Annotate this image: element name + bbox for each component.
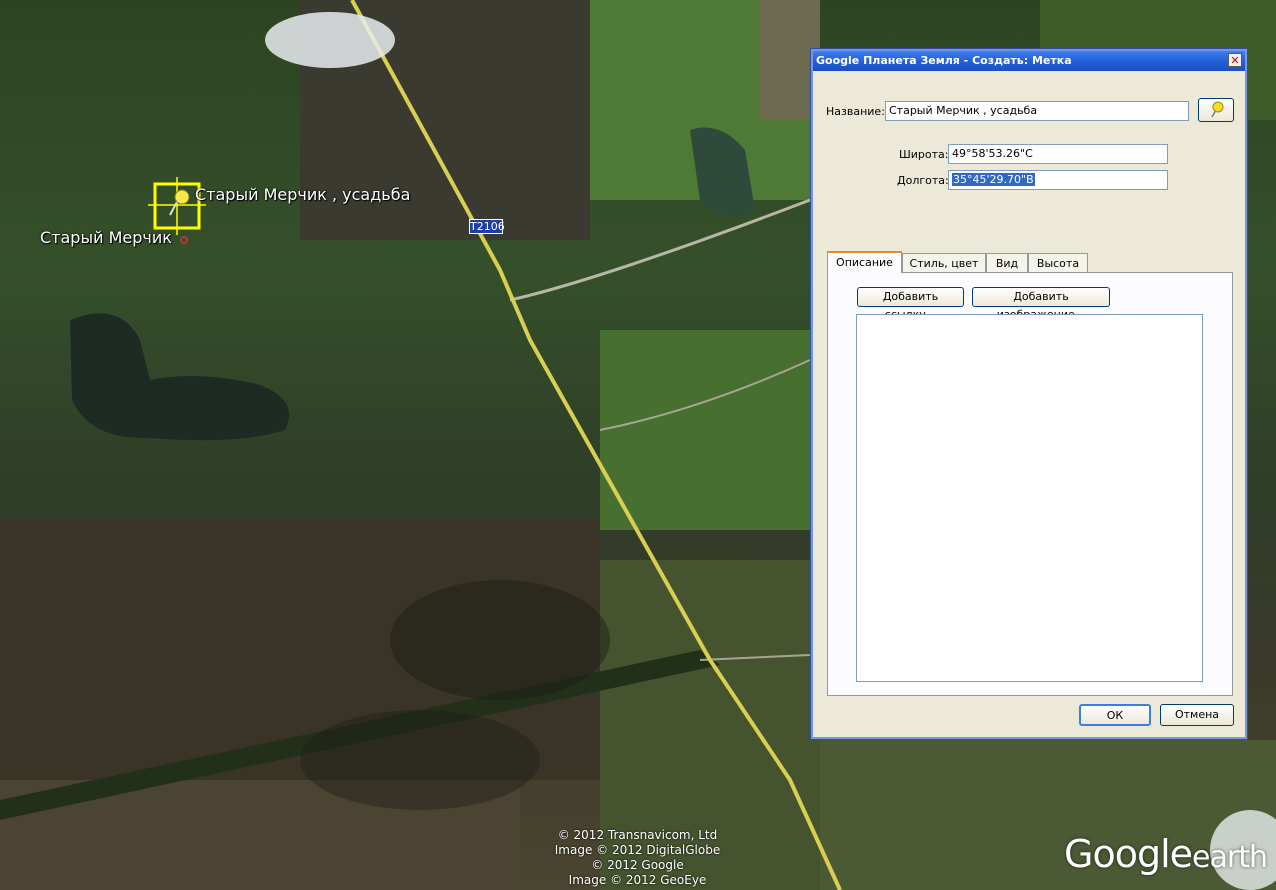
google-earth-logo: Googleearth (1064, 832, 1268, 876)
tab-view[interactable]: Вид (986, 253, 1028, 273)
village-marker-icon[interactable] (180, 236, 188, 244)
tab-altitude[interactable]: Высота (1028, 253, 1088, 273)
dialog-title: Google Планета Земля - Создать: Метка (816, 54, 1072, 67)
add-image-button[interactable]: Добавить изображение... (972, 287, 1110, 321)
name-label: Название: (826, 105, 885, 118)
close-button[interactable]: ✕ (1228, 53, 1242, 67)
longitude-label: Долгота: (897, 174, 949, 187)
attribution-line: © 2012 Transnavicom, Ltd (557, 828, 718, 842)
dialog-titlebar[interactable]: Google Планета Земля - Создать: Метка ✕ (813, 51, 1245, 71)
description-textarea[interactable] (856, 314, 1203, 682)
pushpin-icon[interactable] (169, 189, 190, 216)
new-placemark-dialog: Google Планета Земля - Создать: Метка ✕ … (811, 49, 1247, 739)
placemark-icon-button[interactable] (1198, 98, 1234, 122)
longitude-input[interactable]: 35°45'29.70"В (948, 170, 1168, 190)
add-link-button[interactable]: Добавить ссылку... (857, 287, 964, 321)
logo-main: Google (1064, 832, 1193, 876)
attribution-line: Image © 2012 GeoEye (568, 873, 707, 887)
map-attribution: © 2012 Transnavicom, Ltd Image © 2012 Di… (520, 828, 755, 888)
longitude-selection: 35°45'29.70"В (952, 173, 1035, 186)
description-panel: Добавить ссылку... Добавить изображение.… (827, 272, 1233, 696)
latitude-label: Широта: (899, 148, 949, 161)
tab-style-color[interactable]: Стиль, цвет (902, 253, 986, 273)
latitude-input[interactable]: 49°58'53.26"С (948, 144, 1168, 164)
tab-description[interactable]: Описание (827, 251, 902, 273)
name-input[interactable]: Старый Мерчик , усадьба (885, 101, 1189, 121)
attribution-line: © 2012 Google (591, 858, 684, 872)
ok-button[interactable]: ОК (1079, 704, 1151, 726)
logo-small: earth (1192, 840, 1268, 875)
placemark-label[interactable]: Старый Мерчик , усадьба (195, 185, 410, 204)
road-shield: T2106 (469, 219, 505, 234)
attribution-line: Image © 2012 DigitalGlobe (554, 843, 721, 857)
cancel-button[interactable]: Отмена (1160, 704, 1234, 726)
village-label[interactable]: Старый Мерчик (40, 228, 172, 247)
pushpin-icon (1211, 101, 1224, 118)
